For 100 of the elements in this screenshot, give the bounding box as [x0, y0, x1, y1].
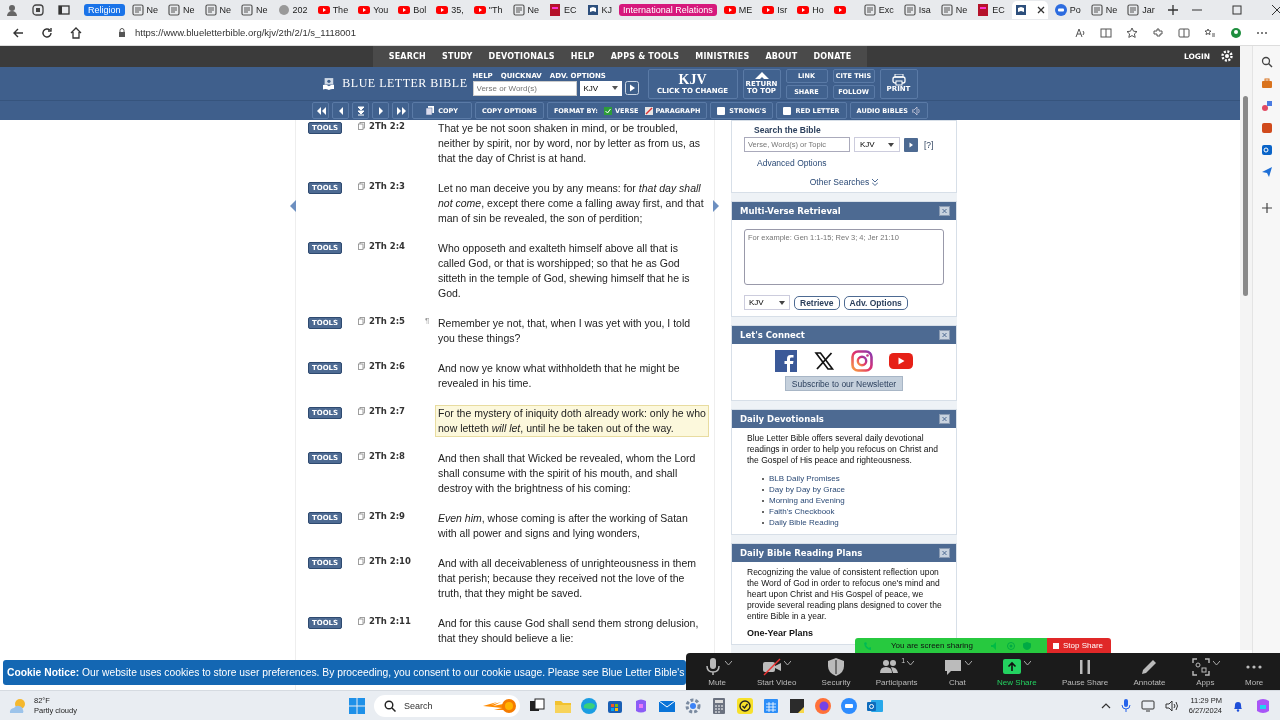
close-icon[interactable] [1036, 6, 1045, 14]
check-circle-icon[interactable] [736, 696, 754, 715]
nav-link[interactable]: HELP [562, 52, 603, 61]
copy-icon[interactable] [358, 407, 365, 415]
verse-reference[interactable]: 2Th 2:2 [369, 120, 425, 131]
browser-tab[interactable]: EC [974, 1, 1008, 19]
browser-tab[interactable]: Ne [128, 1, 162, 19]
gear-icon[interactable] [684, 696, 702, 715]
verse-search-field[interactable]: Verse or Word(s) [472, 80, 577, 96]
meeting-control[interactable]: Pause Share [1061, 656, 1109, 687]
browser-tab[interactable]: Jar [1124, 1, 1158, 19]
navigation-button[interactable] [312, 102, 330, 119]
copy-icon[interactable] [358, 182, 365, 190]
version-select[interactable]: KJV [854, 137, 900, 152]
volume-icon[interactable] [1164, 699, 1179, 712]
tab-group-label[interactable]: Religion [84, 4, 125, 16]
browser-tab[interactable] [1011, 1, 1048, 19]
nav-link[interactable]: DEVOTIONALS [480, 52, 563, 61]
meeting-control[interactable]: More [1245, 656, 1264, 687]
calculator-icon[interactable] [710, 696, 728, 715]
browser-tab[interactable]: The [314, 1, 352, 19]
meeting-control[interactable]: New Share [997, 656, 1037, 687]
favorite-star-icon[interactable] [1126, 26, 1138, 39]
immersive-reader-icon[interactable] [1100, 26, 1112, 39]
browser-tab[interactable]: Ho [794, 1, 827, 19]
shapes-icon[interactable] [1260, 100, 1273, 112]
copy-icon[interactable] [358, 617, 365, 625]
devotional-link[interactable]: Faith's Checkbook [769, 507, 835, 516]
notification-bell-icon[interactable] [1232, 699, 1244, 712]
address-field[interactable]: https://www.blueletterbible.org/kjv/2th/2/1/s_1118001 [107, 22, 1057, 43]
browser-tab[interactable]: Isr [759, 1, 791, 19]
search-icon[interactable] [1260, 56, 1273, 68]
expand-right-icon[interactable] [713, 200, 719, 212]
send-icon[interactable] [1260, 166, 1273, 178]
copy-icon[interactable] [358, 512, 365, 520]
go-icon[interactable] [624, 81, 639, 95]
browser-tab[interactable]: EC [546, 1, 580, 19]
panel-button[interactable]: Retrieve [794, 295, 840, 310]
browser-tab[interactable]: ME [720, 1, 756, 19]
verse-reference[interactable]: 2Th 2:3 [369, 180, 425, 191]
browser-tab[interactable]: You [355, 1, 392, 19]
x-logo-icon[interactable] [813, 350, 837, 372]
meeting-control[interactable]: Start Video [756, 656, 797, 687]
version-select[interactable]: KJV [744, 295, 790, 310]
caret-icon[interactable] [964, 660, 972, 665]
help-link[interactable]: [?] [924, 139, 934, 150]
back-icon[interactable] [12, 26, 24, 39]
meeting-control[interactable]: Chat [942, 656, 972, 687]
caret-icon[interactable] [907, 660, 915, 665]
copy-icon[interactable] [358, 242, 365, 250]
browser-tab[interactable]: Isa [900, 1, 934, 19]
verse-reference[interactable]: 2Th 2:6 [369, 360, 425, 371]
scrollbar[interactable] [1240, 46, 1252, 650]
devotional-link[interactable]: Day by Day by Grace [769, 485, 846, 494]
panel-button[interactable]: Adv. Options [843, 295, 908, 310]
new-tab-icon[interactable] [1167, 5, 1178, 15]
video-play-icon[interactable] [889, 350, 913, 372]
read-aloud-icon[interactable] [1074, 26, 1086, 39]
workspaces-icon[interactable] [32, 4, 44, 16]
verse-reference[interactable]: 2Th 2:11 [369, 615, 425, 626]
add-icon[interactable] [1260, 202, 1273, 214]
expand-left-icon[interactable] [290, 200, 296, 212]
devotional-link[interactable]: Morning and Evening [769, 496, 845, 505]
devotional-link[interactable]: Daily Bible Reading [769, 518, 839, 527]
caret-icon[interactable] [1024, 660, 1032, 665]
taskbar-search-field[interactable]: Search [374, 694, 520, 717]
profile-icon[interactable] [6, 4, 18, 16]
meeting-control[interactable]: Security [821, 656, 851, 687]
advanced-options-link[interactable]: Advanced Options [757, 158, 944, 168]
go-icon[interactable] [904, 137, 918, 152]
verse-reference[interactable]: 2Th 2:7 [369, 405, 425, 416]
caret-icon[interactable] [784, 660, 792, 665]
close-icon[interactable] [1271, 5, 1280, 15]
other-searches-link[interactable]: Other Searches [744, 177, 944, 187]
maximize-icon[interactable] [1231, 5, 1242, 15]
devotional-link[interactable]: BLB Daily Promises [769, 474, 840, 483]
browser-tab[interactable]: Ne [1087, 1, 1121, 19]
browser-tab[interactable]: Ne [509, 1, 543, 19]
meeting-control[interactable]: Mute [702, 656, 732, 687]
verse-reference[interactable]: 2Th 2:4 [369, 240, 425, 251]
browser-tab[interactable]: Ne [937, 1, 971, 19]
copy-icon[interactable] [358, 122, 365, 130]
nav-link[interactable]: MINISTRIES [687, 52, 758, 61]
browser-tab[interactable]: 202 [274, 1, 311, 19]
network-icon[interactable] [1140, 699, 1155, 712]
verse-reference[interactable]: 2Th 2:5 [369, 315, 425, 326]
tab-actions-icon[interactable] [58, 4, 70, 16]
outlook-icon[interactable] [1260, 144, 1273, 156]
facebook-icon[interactable] [775, 350, 799, 372]
split-screen-icon[interactable] [1178, 26, 1190, 39]
meeting-control[interactable]: Apps [1190, 656, 1220, 687]
chevron-up-icon[interactable] [1100, 702, 1111, 709]
copy-icon[interactable] [358, 452, 365, 460]
navigation-button[interactable] [352, 102, 370, 119]
caret-icon[interactable] [724, 660, 732, 665]
profile-icon[interactable] [1230, 26, 1242, 39]
nav-link[interactable]: ABOUT [757, 52, 806, 61]
calendar-icon[interactable] [762, 696, 780, 715]
firefox-icon[interactable] [814, 696, 832, 715]
browser-tab[interactable]: 35, [433, 1, 467, 19]
